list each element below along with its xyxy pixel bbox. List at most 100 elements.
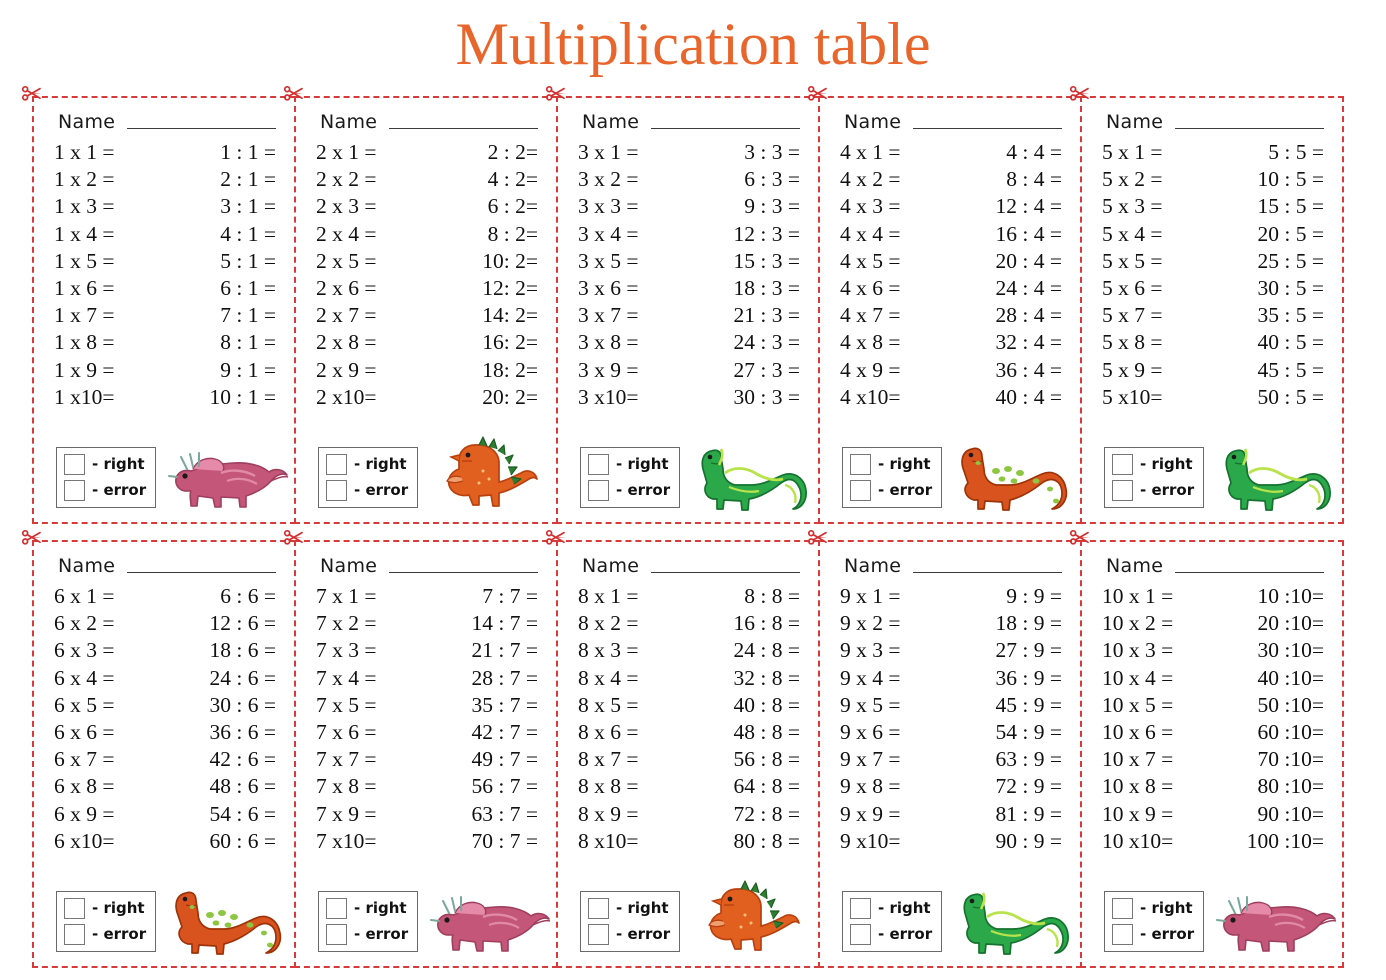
- name-input-line[interactable]: [1175, 127, 1324, 129]
- division-expression[interactable]: 1 : 1 =: [172, 140, 280, 165]
- multiplication-expression[interactable]: 1 x 3 =: [54, 194, 172, 219]
- name-input-line[interactable]: [127, 127, 276, 129]
- division-expression[interactable]: 42 : 6 =: [172, 747, 280, 772]
- multiplication-expression[interactable]: 6 x 7 =: [54, 747, 172, 772]
- name-input-line[interactable]: [913, 127, 1062, 129]
- division-expression[interactable]: 35 : 7 =: [434, 693, 542, 718]
- multiplication-expression[interactable]: 5 x 4 =: [1102, 222, 1220, 247]
- error-checkbox[interactable]: [326, 923, 347, 945]
- division-expression[interactable]: 3 : 1 =: [172, 194, 280, 219]
- division-expression[interactable]: 12 : 4 =: [958, 194, 1066, 219]
- error-checkbox[interactable]: [326, 479, 347, 501]
- multiplication-expression[interactable]: 1 x 2 =: [54, 167, 172, 192]
- multiplication-expression[interactable]: 3 x 9 =: [578, 358, 696, 383]
- division-expression[interactable]: 6 : 6 =: [172, 584, 280, 609]
- division-expression[interactable]: 32 : 4 =: [958, 330, 1066, 355]
- division-expression[interactable]: 21 : 3 =: [696, 303, 804, 328]
- right-checkbox[interactable]: [64, 453, 85, 475]
- division-expression[interactable]: 16 : 8 =: [696, 611, 804, 636]
- right-checkbox[interactable]: [326, 453, 347, 475]
- error-checkbox[interactable]: [850, 923, 871, 945]
- division-expression[interactable]: 64 : 8 =: [696, 774, 804, 799]
- multiplication-expression[interactable]: 1 x 6 =: [54, 276, 172, 301]
- name-input-line[interactable]: [389, 571, 538, 573]
- right-checkbox[interactable]: [1112, 897, 1133, 919]
- division-expression[interactable]: 63 : 7 =: [434, 802, 542, 827]
- multiplication-expression[interactable]: 7 x10=: [316, 829, 434, 854]
- division-expression[interactable]: 4 : 4 =: [958, 140, 1066, 165]
- multiplication-expression[interactable]: 4 x 9 =: [840, 358, 958, 383]
- multiplication-expression[interactable]: 8 x 1 =: [578, 584, 696, 609]
- multiplication-expression[interactable]: 7 x 2 =: [316, 611, 434, 636]
- multiplication-expression[interactable]: 6 x10=: [54, 829, 172, 854]
- multiplication-expression[interactable]: 6 x 9 =: [54, 802, 172, 827]
- multiplication-expression[interactable]: 10 x 7 =: [1102, 747, 1228, 772]
- error-checkbox[interactable]: [64, 923, 85, 945]
- multiplication-expression[interactable]: 1 x 9 =: [54, 358, 172, 383]
- multiplication-expression[interactable]: 3 x 4 =: [578, 222, 696, 247]
- division-expression[interactable]: 20 : 4 =: [958, 249, 1066, 274]
- division-expression[interactable]: 21 : 7 =: [434, 638, 542, 663]
- multiplication-expression[interactable]: 9 x 9 =: [840, 802, 958, 827]
- multiplication-expression[interactable]: 6 x 1 =: [54, 584, 172, 609]
- name-input-line[interactable]: [913, 571, 1062, 573]
- multiplication-expression[interactable]: 4 x 5 =: [840, 249, 958, 274]
- error-checkbox[interactable]: [1112, 923, 1133, 945]
- multiplication-expression[interactable]: 10 x 1 =: [1102, 584, 1228, 609]
- division-expression[interactable]: 12 : 6 =: [172, 611, 280, 636]
- division-expression[interactable]: 6 : 2=: [434, 194, 542, 219]
- division-expression[interactable]: 16 : 4 =: [958, 222, 1066, 247]
- multiplication-expression[interactable]: 5 x 7 =: [1102, 303, 1220, 328]
- division-expression[interactable]: 56 : 7 =: [434, 774, 542, 799]
- division-expression[interactable]: 12: 2=: [434, 276, 542, 301]
- multiplication-expression[interactable]: 10 x 6 =: [1102, 720, 1228, 745]
- division-expression[interactable]: 35 : 5 =: [1220, 303, 1328, 328]
- division-expression[interactable]: 14 : 7 =: [434, 611, 542, 636]
- division-expression[interactable]: 63 : 9 =: [958, 747, 1066, 772]
- multiplication-expression[interactable]: 2 x 6 =: [316, 276, 434, 301]
- division-expression[interactable]: 24 : 8 =: [696, 638, 804, 663]
- multiplication-expression[interactable]: 7 x 7 =: [316, 747, 434, 772]
- division-expression[interactable]: 70 :10=: [1228, 747, 1328, 772]
- division-expression[interactable]: 81 : 9 =: [958, 802, 1066, 827]
- error-checkbox[interactable]: [64, 479, 85, 501]
- division-expression[interactable]: 36 : 6 =: [172, 720, 280, 745]
- multiplication-expression[interactable]: 9 x 4 =: [840, 666, 958, 691]
- multiplication-expression[interactable]: 5 x10=: [1102, 385, 1220, 410]
- division-expression[interactable]: 80 : 8 =: [696, 829, 804, 854]
- multiplication-expression[interactable]: 6 x 5 =: [54, 693, 172, 718]
- division-expression[interactable]: 42 : 7 =: [434, 720, 542, 745]
- right-checkbox[interactable]: [1112, 453, 1133, 475]
- division-expression[interactable]: 10 : 1 =: [172, 385, 280, 410]
- right-checkbox[interactable]: [850, 897, 871, 919]
- multiplication-expression[interactable]: 1 x 5 =: [54, 249, 172, 274]
- division-expression[interactable]: 6 : 3 =: [696, 167, 804, 192]
- division-expression[interactable]: 8 : 2=: [434, 222, 542, 247]
- multiplication-expression[interactable]: 3 x 1 =: [578, 140, 696, 165]
- name-input-line[interactable]: [127, 571, 276, 573]
- division-expression[interactable]: 25 : 5 =: [1220, 249, 1328, 274]
- multiplication-expression[interactable]: 7 x 1 =: [316, 584, 434, 609]
- multiplication-expression[interactable]: 2 x 3 =: [316, 194, 434, 219]
- error-checkbox[interactable]: [588, 479, 609, 501]
- multiplication-expression[interactable]: 6 x 3 =: [54, 638, 172, 663]
- division-expression[interactable]: 9 : 1 =: [172, 358, 280, 383]
- multiplication-expression[interactable]: 4 x 6 =: [840, 276, 958, 301]
- division-expression[interactable]: 2 : 1 =: [172, 167, 280, 192]
- multiplication-expression[interactable]: 9 x 7 =: [840, 747, 958, 772]
- multiplication-expression[interactable]: 4 x10=: [840, 385, 958, 410]
- division-expression[interactable]: 10: 2=: [434, 249, 542, 274]
- multiplication-expression[interactable]: 3 x 6 =: [578, 276, 696, 301]
- right-checkbox[interactable]: [588, 453, 609, 475]
- division-expression[interactable]: 54 : 9 =: [958, 720, 1066, 745]
- multiplication-expression[interactable]: 8 x 6 =: [578, 720, 696, 745]
- multiplication-expression[interactable]: 10 x 2 =: [1102, 611, 1228, 636]
- division-expression[interactable]: 20: 2=: [434, 385, 542, 410]
- multiplication-expression[interactable]: 8 x 7 =: [578, 747, 696, 772]
- division-expression[interactable]: 49 : 7 =: [434, 747, 542, 772]
- multiplication-expression[interactable]: 3 x 2 =: [578, 167, 696, 192]
- division-expression[interactable]: 6 : 1 =: [172, 276, 280, 301]
- division-expression[interactable]: 10 :10=: [1228, 584, 1328, 609]
- right-checkbox[interactable]: [326, 897, 347, 919]
- division-expression[interactable]: 60 : 6 =: [172, 829, 280, 854]
